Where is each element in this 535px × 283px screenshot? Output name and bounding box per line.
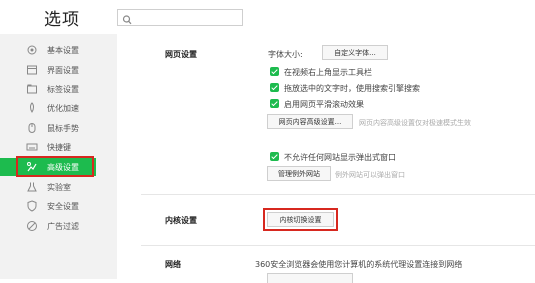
- checkbox-label: 拖放选中的文字时，使用搜索引擎搜索: [284, 84, 420, 93]
- divider: [141, 245, 535, 246]
- sidebar-item-adblock[interactable]: 广告过滤: [0, 217, 117, 235]
- sidebar-item-advanced[interactable]: 高级设置: [0, 156, 96, 177]
- custom-font-button[interactable]: 自定义字体...: [322, 45, 388, 60]
- proxy-settings-button[interactable]: [267, 273, 353, 283]
- sidebar-item-interface[interactable]: 界面设置: [0, 61, 117, 79]
- section-title-network: 网络: [165, 260, 181, 269]
- settings-panel: 网页设置 字体大小: 自定义字体... 在视频右上角显示工具栏 拖放选中的文字时…: [117, 34, 535, 283]
- sidebar-item-label: 广告过滤: [47, 222, 79, 231]
- section-title-kernel: 内核设置: [165, 216, 197, 225]
- sidebar-item-tabs[interactable]: 标签设置: [0, 80, 117, 98]
- window-header: 选项: [0, 0, 535, 34]
- sidebar-item-label: 快捷键: [47, 143, 71, 152]
- sidebar-item-label: 优化加速: [47, 104, 79, 113]
- section-title-web: 网页设置: [165, 50, 197, 59]
- checkbox-label: 不允许任何网站显示弹出式窗口: [284, 153, 396, 162]
- sidebar-item-label: 基本设置: [47, 46, 79, 55]
- manage-exceptions-button[interactable]: 管理例外网站: [267, 166, 331, 181]
- block-icon: [26, 220, 38, 232]
- block-popups-checkbox[interactable]: [270, 152, 279, 161]
- sidebar-item-lab[interactable]: 实验室: [0, 178, 117, 196]
- drag-search-checkbox[interactable]: [270, 83, 279, 92]
- keyboard-icon: [26, 141, 38, 153]
- smooth-scroll-checkbox[interactable]: [270, 99, 279, 108]
- sidebar-item-optimize[interactable]: 优化加速: [0, 99, 117, 117]
- kernel-switch-button[interactable]: 内核切换设置: [267, 212, 334, 227]
- sidebar-item-label: 界面设置: [47, 66, 79, 75]
- tab-icon: [26, 83, 38, 95]
- font-size-label: 字体大小:: [268, 50, 303, 59]
- sidebar-item-label: 鼠标手势: [47, 124, 79, 133]
- sidebar-item-security[interactable]: 安全设置: [0, 197, 117, 215]
- sidebar-item-mouse[interactable]: 鼠标手势: [0, 119, 117, 137]
- checkbox-label: 启用网页平滑滚动效果: [284, 100, 364, 109]
- advanced-content-button[interactable]: 网页内容高级设置...: [267, 114, 353, 129]
- search-icon: [122, 11, 132, 30]
- show-video-toolbar-checkbox[interactable]: [270, 67, 279, 76]
- lab-icon: [26, 181, 38, 193]
- rocket-icon: [26, 102, 38, 114]
- sidebar-item-label: 标签设置: [47, 85, 79, 94]
- network-description: 360安全浏览器会使用您计算机的系统代理设置连接到网络: [255, 260, 463, 269]
- shield-icon: [26, 200, 38, 212]
- search-box[interactable]: [117, 9, 243, 26]
- checkbox-label: 在视频右上角显示工具栏: [284, 68, 372, 77]
- sidebar-item-label: 安全设置: [47, 202, 79, 211]
- exceptions-hint: 例外网站可以弹出窗口: [335, 171, 405, 179]
- advanced-content-hint: 网页内容高级设置仅对极速模式生效: [359, 119, 471, 127]
- sidebar-item-basic[interactable]: 基本设置: [0, 41, 117, 59]
- gear-icon: [26, 44, 38, 56]
- mouse-icon: [26, 122, 38, 134]
- highlight-frame: [16, 156, 94, 177]
- divider: [141, 194, 535, 195]
- sidebar-item-shortcuts[interactable]: 快捷键: [0, 138, 117, 156]
- search-input[interactable]: [134, 10, 238, 25]
- page-title: 选项: [44, 10, 80, 30]
- sidebar-item-label: 实验室: [47, 183, 71, 192]
- window-icon: [26, 64, 38, 76]
- sidebar: 基本设置 界面设置 标签设置 优化加速 鼠标手势 快捷键 高级设置 实验室 安全…: [0, 34, 117, 279]
